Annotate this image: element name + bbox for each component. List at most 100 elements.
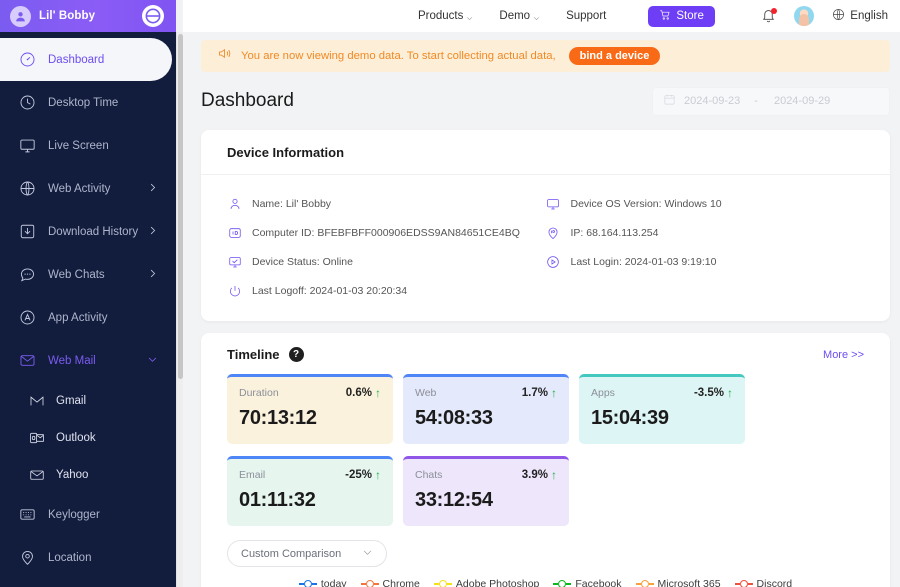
question-mark-icon[interactable]: ? (288, 347, 304, 362)
legend-item[interactable]: Adobe Photoshop (433, 578, 540, 587)
stat-change: 0.6% ↑ (346, 386, 381, 400)
app-circle-icon (18, 309, 36, 327)
sidebar-item-download-history[interactable]: Download History (0, 210, 176, 253)
timeline-stat-row-1: Duration 0.6% ↑ 70:13:12 Web 1.7% ↑ 54:0… (201, 374, 890, 444)
sidebar-item-desktop-time[interactable]: Desktop Time (0, 81, 176, 124)
sidebar-subitem-outlook[interactable]: Outlook (0, 419, 176, 456)
sidebar-subitem-yahoo[interactable]: Yahoo (0, 456, 176, 493)
chevron-right-icon[interactable] (147, 268, 158, 282)
application-root: Lil' Bobby Dashboard Desktop Time Live S… (0, 0, 900, 587)
sidebar-item-location[interactable]: Location (0, 536, 176, 579)
banner-text: You are now viewing demo data. To start … (241, 50, 556, 62)
notification-bell-icon[interactable] (761, 8, 778, 24)
language-selector[interactable]: English (832, 8, 888, 24)
stat-value: 15:04:39 (591, 407, 669, 429)
stat-change-value: -3.5% (693, 387, 724, 399)
stat-change: 1.7% ↑ (522, 386, 557, 400)
location-pin-icon (18, 549, 36, 567)
yahoo-mail-icon (28, 466, 45, 483)
chat-bubble-icon (18, 266, 36, 284)
device-information-title: Device Information (201, 130, 890, 175)
ip-pin-icon (546, 225, 561, 240)
demo-data-banner: You are now viewing demo data. To start … (201, 40, 890, 72)
stat-card-web[interactable]: Web 1.7% ↑ 54:08:33 (403, 374, 569, 444)
device-field-status: Device Status: Online (227, 247, 546, 276)
top-nav-links: Products Demo Support Store (418, 5, 715, 27)
shopping-cart-icon (659, 9, 671, 24)
legend-item[interactable]: Discord (734, 578, 792, 587)
device-field-text: IP: 68.164.113.254 (570, 226, 659, 239)
download-icon (18, 223, 36, 241)
nav-support[interactable]: Support (566, 10, 606, 22)
sidebar-item-web-chats[interactable]: Web Chats (0, 253, 176, 296)
date-range-picker[interactable]: 2024-09-23 - 2024-09-29 (652, 86, 890, 116)
monitor-check-icon (227, 254, 242, 269)
page-header-row: Dashboard 2024-09-23 - 2024-09-29 (201, 84, 890, 118)
chevron-down-icon[interactable] (147, 354, 158, 368)
legend-label: Adobe Photoshop (455, 578, 540, 587)
nav-products[interactable]: Products (418, 10, 473, 22)
device-field-last-login: Last Login: 2024-01-03 9:19:10 (546, 247, 865, 276)
stat-value: 01:11:32 (239, 489, 316, 511)
stat-card-duration[interactable]: Duration 0.6% ↑ 70:13:12 (227, 374, 393, 444)
legend-label: Microsoft 365 (657, 578, 721, 587)
legend-item[interactable]: today (298, 578, 347, 587)
legend-label: today (320, 578, 347, 587)
sidebar-item-dashboard[interactable]: Dashboard (0, 38, 172, 81)
nav-products-label: Products (418, 10, 464, 22)
custom-comparison-dropdown[interactable]: Custom Comparison (227, 540, 387, 567)
sidebar-item-label: Live Screen (48, 139, 109, 152)
sidebar-item-web-activity[interactable]: Web Activity (0, 167, 176, 210)
legend-marker-icon (635, 580, 654, 587)
globe-icon (18, 180, 36, 198)
nav-support-label: Support (566, 10, 607, 22)
sidebar-item-label: Download History (48, 225, 139, 238)
sidebar-item-app-activity[interactable]: App Activity (0, 296, 176, 339)
page-title: Dashboard (201, 90, 294, 111)
keyboard-icon (18, 506, 36, 524)
nav-demo[interactable]: Demo (499, 10, 540, 22)
sidebar-item-live-screen[interactable]: Live Screen (0, 124, 176, 167)
stat-label: Apps (591, 387, 615, 399)
sidebar-item-keylogger[interactable]: Keylogger (0, 493, 176, 536)
sidebar-item-web-mail[interactable]: Web Mail (0, 339, 176, 382)
device-grid-spacer (546, 276, 865, 305)
stat-change: 3.9% ↑ (522, 468, 557, 482)
store-button[interactable]: Store (648, 5, 715, 27)
legend-marker-icon (298, 580, 317, 587)
legend-item[interactable]: Microsoft 365 (635, 578, 721, 587)
timeline-more-link[interactable]: More >> (823, 349, 864, 361)
stat-card-apps[interactable]: Apps -3.5% ↑ 15:04:39 (579, 374, 745, 444)
comparison-row: Custom Comparison today Chrome Adobe Photo… (201, 526, 890, 587)
legend-item[interactable]: Facebook (553, 578, 622, 587)
stat-change-value: 3.9% (521, 469, 548, 481)
bind-a-device-button[interactable]: bind a device (568, 47, 661, 65)
device-field-computer-id: Computer ID: BFEBFBFF000906EDSS9AN84651C… (227, 218, 546, 247)
device-information-card: Device Information Name: Lil' Bobby Devi… (201, 130, 890, 321)
timeline-card: Timeline ? More >> Duration 0.6% ↑ 70:13… (201, 333, 890, 587)
chevron-right-icon[interactable] (147, 225, 158, 239)
sidebar-subitem-gmail[interactable]: Gmail (0, 382, 176, 419)
globe-icon (832, 8, 845, 24)
stat-label: Web (415, 387, 437, 399)
stat-change-value: 1.7% (521, 387, 548, 399)
chart-legend: today Chrome Adobe Photoshop Facebook Micros… (227, 578, 864, 587)
app-logo-icon[interactable] (142, 5, 164, 27)
gmail-icon (28, 392, 45, 409)
device-field-text: Device Status: Online (252, 255, 353, 268)
device-field-text: Last Logoff: 2024-01-03 20:20:34 (252, 284, 408, 297)
legend-item[interactable]: Chrome (360, 578, 420, 587)
notification-badge-dot (771, 8, 778, 14)
stat-card-email[interactable]: Email -25% ↑ 01:11:32 (227, 456, 393, 526)
trend-up-arrow-icon: ↑ (375, 468, 381, 482)
device-field-text: Name: Lil' Bobby (252, 197, 332, 210)
timeline-stat-row-2: Email -25% ↑ 01:11:32 Chats 3.9% ↑ 33:12… (201, 456, 890, 526)
person-icon (227, 196, 242, 211)
legend-marker-icon (360, 580, 379, 587)
sidebar-scrollbar[interactable] (176, 32, 183, 587)
user-profile-avatar[interactable] (794, 6, 815, 26)
id-badge-icon (227, 225, 242, 240)
stat-card-chats[interactable]: Chats 3.9% ↑ 33:12:54 (403, 456, 569, 526)
chevron-right-icon[interactable] (147, 182, 158, 196)
sidebar-subitem-label: Yahoo (56, 468, 89, 481)
